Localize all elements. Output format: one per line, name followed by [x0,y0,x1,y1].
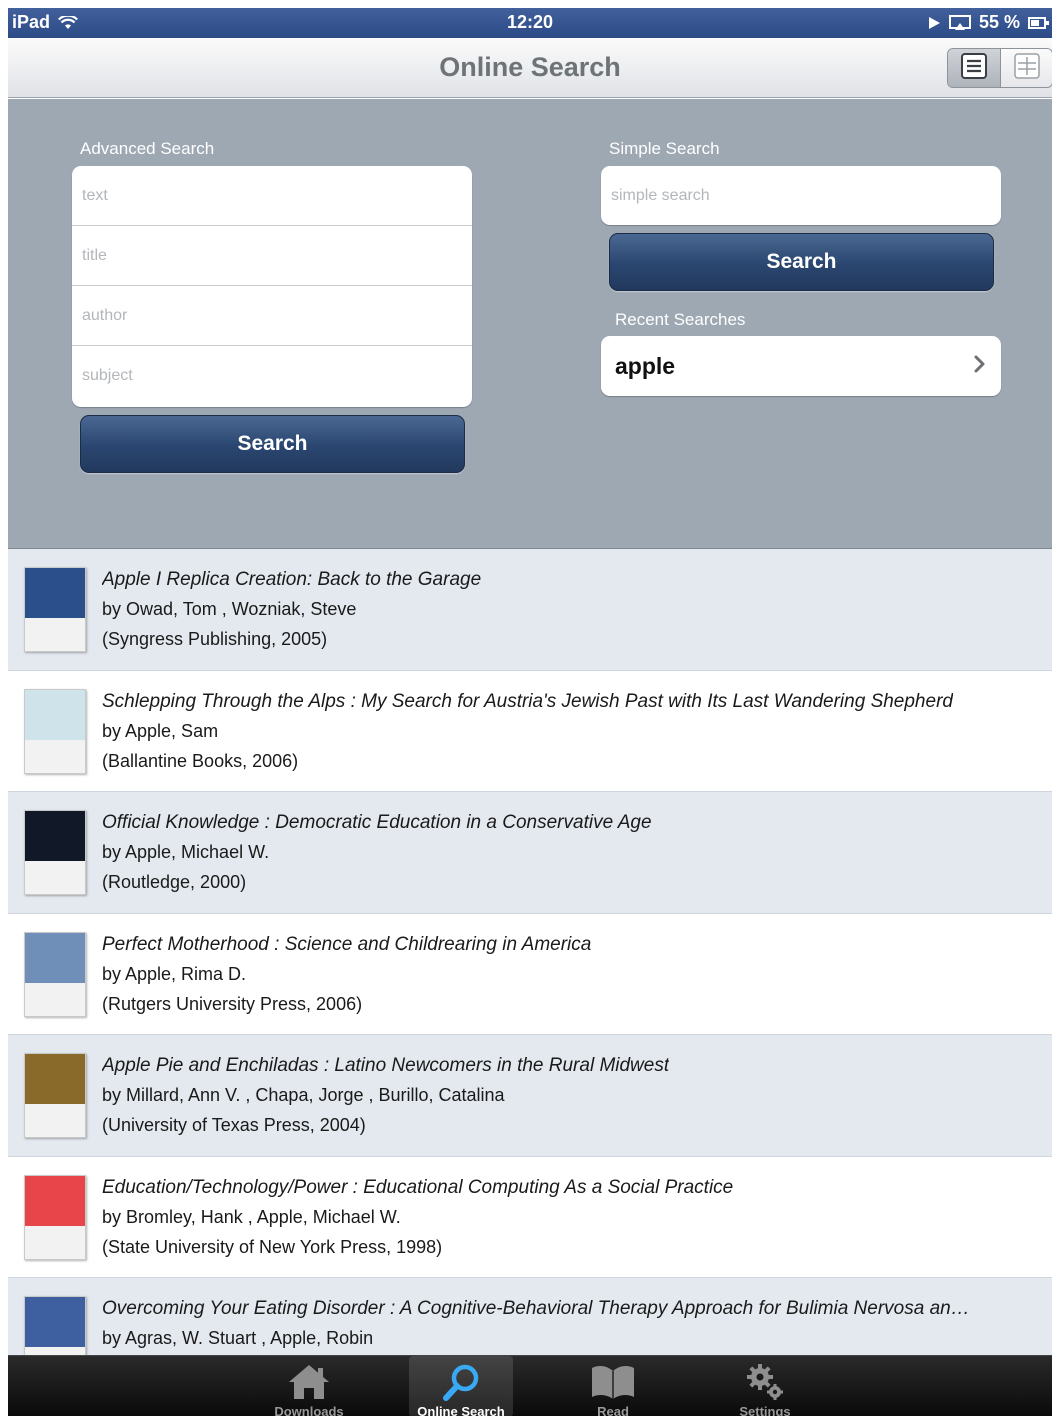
result-row[interactable]: Official Knowledge : Democratic Educatio… [8,792,1052,914]
result-publisher: (Rutgers University Press, 2006) [102,993,363,1014]
battery-icon [1028,16,1049,29]
tab-label: Read [597,1404,629,1416]
recent-search-label: apple [615,352,676,379]
gear-icon [713,1363,817,1401]
tab-bar: Downloads Online Search Read Settings [8,1355,1052,1416]
magnifier-icon [409,1363,513,1403]
result-author: by Bromley, Hank , Apple, Michael W. [102,1206,401,1227]
result-title: Apple I Replica Creation: Back to the Ga… [102,569,482,590]
result-author: by Owad, Tom , Wozniak, Steve [102,599,357,619]
result-publisher: (State University of New York Press, 199… [102,1236,443,1257]
book-cover-thumbnail [24,1174,86,1260]
advanced-search-label: Advanced Search [80,139,215,158]
app-window: iPad 12:20 55 % Online Search Advanced S… [8,8,1052,1416]
result-author: by Millard, Ann V. , Chapa, Jorge , Buri… [102,1085,505,1105]
subject-field-row[interactable] [72,346,472,406]
book-cover-thumbnail [24,931,86,1017]
text-field-row[interactable] [72,166,472,226]
simple-search-button[interactable]: Search [609,233,994,291]
result-publisher: (University of Texas Press, 2004) [102,1115,366,1135]
result-publisher: (Routledge, 2000) [102,872,247,892]
grid-view-button[interactable] [1000,49,1052,87]
battery-fill [1031,19,1039,26]
result-row[interactable]: Apple Pie and Enchiladas : Latino Newcom… [8,1035,1052,1157]
tab-label: Settings [739,1404,791,1416]
author-field-row[interactable] [72,286,472,346]
book-cover-thumbnail [24,1053,86,1138]
grid-icon [1013,52,1041,85]
simple-search-field [601,166,1001,225]
advanced-search-fields [72,166,472,407]
tab-online-search[interactable]: Online Search [409,1356,513,1416]
result-title: Overcoming Your Eating Disorder : A Cogn… [102,1298,970,1319]
result-author: by Apple, Michael W. [102,842,270,862]
result-row[interactable]: Schlepping Through the Alps : My Search … [8,670,1052,792]
result-author: by Apple, Rima D. [102,963,247,984]
result-publisher: (Ballantine Books, 2006) [102,750,299,771]
status-bar: iPad 12:20 55 % [8,8,1052,38]
result-row[interactable]: Education/Technology/Power : Educational… [8,1156,1052,1278]
play-icon [927,16,941,30]
result-row[interactable]: Perfect Motherhood : Science and Childre… [8,913,1052,1035]
recent-search-item[interactable]: apple [601,336,1001,396]
result-row[interactable]: Apple I Replica Creation: Back to the Ga… [8,549,1052,671]
simple-search-row[interactable] [601,166,1001,225]
book-icon [561,1363,665,1399]
result-author: by Agras, W. Stuart , Apple, Robin [102,1328,374,1348]
result-title: Apple Pie and Enchiladas : Latino Newcom… [102,1055,670,1076]
title-input[interactable] [82,246,472,265]
title-field-row[interactable] [72,226,472,286]
list-view-button[interactable] [948,49,1000,87]
house-icon [257,1363,361,1401]
result-publisher: (Syngress Publishing, 2005) [102,629,328,649]
status-right: 55 % [927,12,1049,33]
result-title: Perfect Motherhood : Science and Childre… [102,933,592,955]
search-panel: Advanced Search Search Simple Search Sea… [8,99,1052,549]
book-cover-thumbnail [24,688,86,774]
result-author: by Apple, Sam [102,720,219,741]
chevron-right-icon [973,354,987,379]
tab-downloads[interactable]: Downloads [257,1356,361,1416]
text-input[interactable] [82,186,472,205]
subject-input[interactable] [82,367,472,385]
clock: 12:20 [506,12,554,32]
page-title: Online Search [439,52,621,82]
tab-label: Online Search [417,1404,505,1416]
simple-search-input[interactable] [611,186,1001,205]
airplay-icon [948,14,971,31]
tab-label: Downloads [274,1404,344,1416]
result-title: Official Knowledge : Democratic Educatio… [102,812,652,833]
book-cover-thumbnail [24,567,86,652]
list-icon [960,52,988,85]
result-title: Schlepping Through the Alps : My Search … [102,690,953,712]
author-input[interactable] [82,306,472,325]
result-title: Education/Technology/Power : Educational… [102,1176,734,1198]
navigation-bar: Online Search [8,38,1052,98]
book-cover-thumbnail [24,810,86,895]
simple-search-label: Simple Search [609,139,720,158]
battery-percent: 55 % [978,12,1020,32]
advanced-search-button[interactable]: Search [80,415,465,473]
results-list: Apple I Replica Creation: Back to the Ga… [8,549,1052,1400]
recent-searches-label: Recent Searches [615,310,746,329]
view-toggle[interactable] [947,48,1052,88]
tab-settings[interactable]: Settings [713,1356,817,1416]
tab-read[interactable]: Read [561,1356,665,1416]
